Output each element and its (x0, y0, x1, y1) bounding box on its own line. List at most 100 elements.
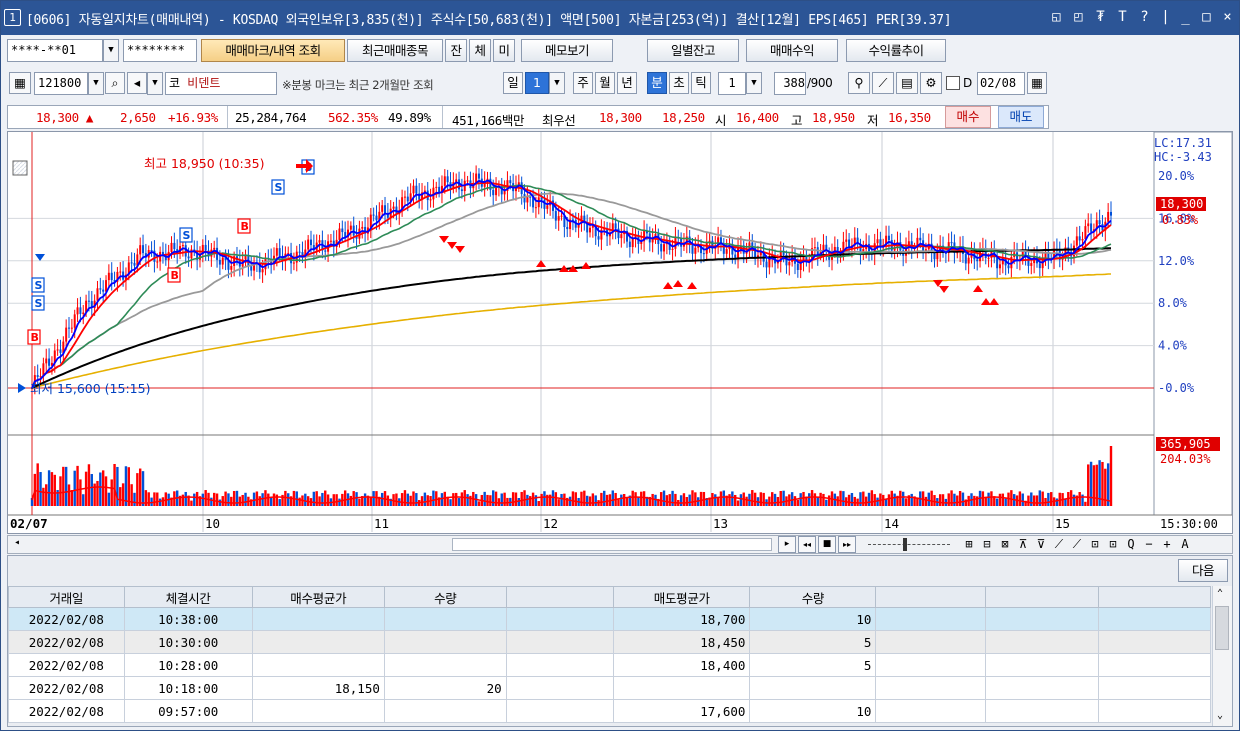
indicator-icon[interactable]: ⚲ (848, 72, 870, 94)
zoom-slider-handle[interactable] (903, 538, 907, 551)
table-cell (383, 653, 507, 677)
scroll-up-icon[interactable]: ⌃ (1217, 588, 1223, 599)
account-input[interactable]: ****-**01 (7, 39, 103, 62)
balance-button[interactable]: 잔 (445, 39, 467, 62)
table-row[interactable]: 2022/02/08 09:57:00 17,600 10 (8, 699, 1211, 723)
column-header[interactable]: 수량 (383, 586, 507, 608)
chart-scrollbar[interactable]: ◂ ▸ ◂◂ ■ ▸▸ ⊞ ⊟ ⊠ ⊼ ⊽ ⟋ ⟋ ⊡ ⊡ Q − + A (7, 535, 1233, 554)
chart-tool-icon[interactable]: − (1140, 536, 1158, 553)
close-icon[interactable]: × (1218, 8, 1237, 27)
tab-second[interactable]: 초 (669, 72, 689, 94)
column-header[interactable] (1098, 586, 1211, 608)
chart-tool-icon[interactable]: ⊼ (1014, 536, 1032, 553)
trade-profit-button[interactable]: 매매수익 (746, 39, 838, 62)
play-icon[interactable]: ▸ (778, 536, 796, 553)
interval-dropdown-icon[interactable]: ▼ (746, 72, 762, 94)
column-header[interactable]: 거래일 (8, 586, 125, 608)
count-input[interactable]: 388 (774, 72, 806, 95)
prev-stock-icon[interactable]: ◂ (127, 72, 147, 94)
return-trend-button[interactable]: 수익률추이 (846, 39, 946, 62)
calendar-icon[interactable]: ▦ (1027, 72, 1047, 94)
draw-tool-icon[interactable]: ⟋ (872, 72, 894, 94)
forward-icon[interactable]: ▸▸ (838, 536, 856, 553)
date-checkbox[interactable] (946, 76, 960, 90)
prev-stock-dropdown-icon[interactable]: ▼ (147, 72, 163, 95)
chart-tool-icon[interactable]: ⊡ (1104, 536, 1122, 553)
volume-bar (793, 496, 797, 506)
zoom-slider[interactable] (868, 544, 950, 545)
volume-bar (603, 490, 606, 506)
stock-code-input[interactable]: 121800 (34, 72, 88, 95)
chart-tool-icon[interactable]: ⟋ (1050, 536, 1068, 553)
layout-icon[interactable]: ▦ (9, 72, 31, 94)
tile-icon[interactable]: ◰ (1069, 8, 1088, 27)
trade-mark-query-button[interactable]: 매매마크/내역 조회 (201, 39, 345, 62)
table-row[interactable]: 2022/02/08 10:38:00 18,700 10 (8, 607, 1211, 631)
scroll-thumb[interactable] (452, 538, 772, 551)
memo-button[interactable]: 메모보기 (521, 39, 613, 62)
next-button[interactable]: 다음 (1178, 559, 1228, 582)
restore-icon[interactable]: ◱ (1047, 8, 1066, 27)
column-header[interactable]: 체결시간 (123, 586, 253, 608)
chart-tool-icon[interactable]: ⊞ (960, 536, 978, 553)
column-header[interactable]: 매도평균가 (613, 586, 751, 608)
filled-button[interactable]: 체 (469, 39, 491, 62)
column-header[interactable]: 매수평균가 (251, 586, 385, 608)
candle-body (139, 245, 142, 255)
tab-year[interactable]: 년 (617, 72, 637, 94)
scroll-left-icon[interactable]: ◂ (10, 537, 24, 552)
chart-grid-icon[interactable] (12, 160, 28, 176)
trade-arrow (581, 262, 591, 269)
recent-stocks-button[interactable]: 최근매매종목 (347, 39, 443, 62)
tab-month[interactable]: 월 (595, 72, 615, 94)
minimize-icon[interactable]: _ (1176, 8, 1195, 27)
table-cell: 2022/02/08 (8, 607, 125, 631)
stock-code-dropdown-icon[interactable]: ▼ (88, 72, 104, 95)
help-icon[interactable]: ? (1135, 8, 1154, 27)
tab-minute[interactable]: 분 (647, 72, 667, 94)
tab-week[interactable]: 주 (573, 72, 593, 94)
stop-icon[interactable]: ■ (818, 536, 836, 553)
tab-day[interactable]: 일 (503, 72, 523, 94)
table-row[interactable]: 2022/02/08 10:18:00 18,150 20 (8, 676, 1211, 700)
scroll-down-icon[interactable]: ⌄ (1217, 710, 1223, 721)
chart-tool-icon[interactable]: ⊟ (978, 536, 996, 553)
chart-tool-icon[interactable]: ⊽ (1032, 536, 1050, 553)
unfilled-button[interactable]: 미 (493, 39, 515, 62)
interval-input[interactable]: 1 (718, 72, 746, 95)
save-icon[interactable]: ▤ (896, 72, 918, 94)
column-header[interactable] (875, 586, 986, 608)
chart-tool-icon[interactable]: A (1176, 536, 1194, 553)
daily-balance-button[interactable]: 일별잔고 (647, 39, 739, 62)
chart-tool-icon[interactable]: Q (1122, 536, 1140, 553)
stock-name-field[interactable]: 코 비덴트 (165, 72, 277, 95)
maximize-icon[interactable]: □ (1197, 8, 1216, 27)
tab-tick[interactable]: 틱 (691, 72, 711, 94)
volume-bar (278, 499, 281, 506)
day-count-field[interactable]: 1 (525, 72, 549, 94)
volume-bar (998, 493, 1002, 506)
date-input[interactable]: 02/08 (977, 72, 1025, 95)
column-header[interactable]: 수량 (749, 586, 877, 608)
chart-tool-icon[interactable]: ⊡ (1086, 536, 1104, 553)
chart-tool-icon[interactable]: + (1158, 536, 1176, 553)
price-chart[interactable]: BSSBBSSS 20.0%16.0%12.0%8.0%4.0%-0.0% 02… (7, 131, 1233, 534)
table-vertical-scrollbar[interactable]: ⌃ ⌄ (1212, 586, 1232, 726)
password-input[interactable]: ******** (123, 39, 197, 62)
day-count-dropdown-icon[interactable]: ▼ (549, 72, 565, 94)
rewind-icon[interactable]: ◂◂ (798, 536, 816, 553)
pin-icon[interactable]: ₮ (1091, 8, 1110, 27)
settings-icon[interactable]: ⚙ (920, 72, 942, 94)
column-header[interactable] (505, 586, 615, 608)
scroll-thumb-vertical[interactable] (1215, 606, 1229, 650)
buy-button[interactable]: 매수 (945, 106, 991, 128)
search-icon[interactable]: ⌕ (105, 72, 125, 94)
chart-tool-icon[interactable]: ⟋ (1068, 536, 1086, 553)
table-row[interactable]: 2022/02/08 10:28:00 18,400 5 (8, 653, 1211, 677)
table-row[interactable]: 2022/02/08 10:30:00 18,450 5 (8, 630, 1211, 654)
sell-button[interactable]: 매도 (998, 106, 1044, 128)
account-dropdown-icon[interactable]: ▼ (103, 39, 119, 62)
chart-tool-icon[interactable]: ⊠ (996, 536, 1014, 553)
font-icon[interactable]: T (1113, 8, 1132, 27)
column-header[interactable] (984, 586, 1100, 608)
